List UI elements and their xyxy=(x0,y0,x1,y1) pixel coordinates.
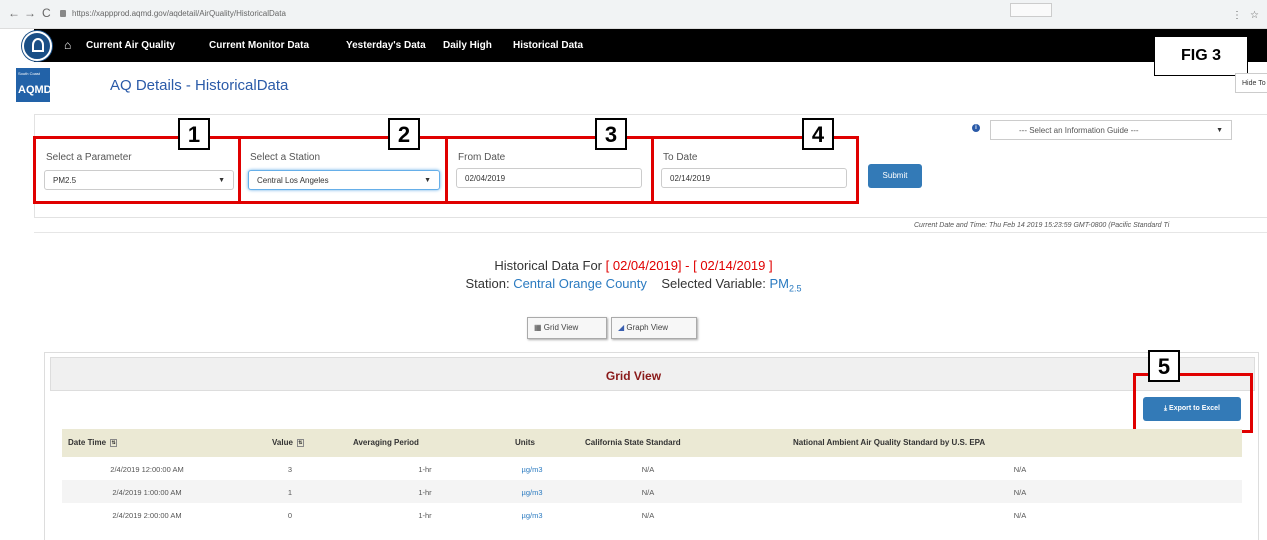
chevron-down-icon: ▼ xyxy=(1216,127,1223,134)
info-icon[interactable]: i xyxy=(972,124,980,132)
cell-national-standard: N/A xyxy=(1013,465,1027,474)
cell-date-time: 2/4/2019 2:00:00 AM xyxy=(112,511,182,520)
cell-value: 3 xyxy=(287,465,293,474)
bar-chart-icon: ◢ xyxy=(618,323,625,332)
cell-date-time: 2/4/2019 1:00:00 AM xyxy=(112,488,182,497)
cell-units: µg/m3 xyxy=(512,488,552,497)
nav-current-air-quality[interactable]: Current Air Quality xyxy=(86,40,175,51)
menu-icon[interactable]: ⋮ xyxy=(1232,10,1242,21)
nav-daily-high[interactable]: Daily High xyxy=(443,40,492,51)
home-icon[interactable]: ⌂ xyxy=(64,38,71,52)
variable-subscript: 2.5 xyxy=(789,283,802,294)
callout-number-1: 1 xyxy=(178,118,210,150)
variable-name: PM xyxy=(769,276,790,291)
column-header-date-time[interactable]: Date Time ⇅ xyxy=(68,438,118,447)
column-label: Value xyxy=(272,438,293,447)
cell-units: µg/m3 xyxy=(512,511,552,520)
nav-current-monitor-data[interactable]: Current Monitor Data xyxy=(209,40,309,51)
nav-historical-data[interactable]: Historical Data xyxy=(513,40,583,51)
units-link[interactable]: µg/m3 xyxy=(522,511,543,520)
cell-value: 0 xyxy=(287,511,293,520)
units-link[interactable]: µg/m3 xyxy=(522,488,543,497)
logo-text: AQMD xyxy=(18,84,52,96)
cell-california-standard: N/A xyxy=(641,465,655,474)
nav-yesterdays-data[interactable]: Yesterday's Data xyxy=(346,40,426,51)
cell-averaging-period: 1-hr xyxy=(418,488,432,497)
column-label: Date Time xyxy=(68,438,107,447)
current-datetime: Current Date and Time: Thu Feb 14 2019 1… xyxy=(914,222,1170,229)
callout-number-3: 3 xyxy=(595,118,627,150)
grid-title: Grid View xyxy=(605,369,662,383)
graph-view-button[interactable]: ◢ Graph View xyxy=(611,317,697,339)
historical-heading: Historical Data For [ 02/04/2019] - [ 02… xyxy=(0,258,1267,273)
figure-label: FIG 3 xyxy=(1154,36,1248,76)
station-heading: Station: Central Orange County Selected … xyxy=(0,276,1267,294)
sort-icon[interactable]: ⇅ xyxy=(110,438,118,447)
callout-number-4: 4 xyxy=(802,118,834,150)
forward-icon[interactable]: → xyxy=(24,6,36,20)
url-text: https://xappprod.aqmd.gov/aqdetail/AirQu… xyxy=(72,9,286,18)
browser-extension-box[interactable] xyxy=(1010,3,1052,17)
callout-number-5: 5 xyxy=(1148,350,1180,382)
page-title: AQ Details - HistoricalData xyxy=(110,77,289,94)
grid-view-button[interactable]: ▦ Grid View xyxy=(527,317,607,339)
cell-date-time: 2/4/2019 12:00:00 AM xyxy=(110,465,184,474)
column-header-california-standard: California State Standard xyxy=(585,438,681,447)
station-heading-value: Central Orange County xyxy=(513,276,647,291)
graph-view-label: Graph View xyxy=(626,323,669,332)
information-guide-value: --- Select an Information Guide --- xyxy=(1019,126,1139,135)
section-divider xyxy=(34,232,1267,233)
heading-prefix: Historical Data For xyxy=(494,258,603,273)
cell-averaging-period: 1-hr xyxy=(418,465,432,474)
units-link[interactable]: µg/m3 xyxy=(522,465,543,474)
cell-california-standard: N/A xyxy=(641,511,655,520)
grid-view-label: Grid View xyxy=(543,323,579,332)
sort-icon[interactable]: ⇅ xyxy=(296,438,304,447)
callout-number-2: 2 xyxy=(388,118,420,150)
cell-national-standard: N/A xyxy=(1013,488,1027,497)
variable-heading-label: Selected Variable: xyxy=(661,276,766,291)
aqmd-logo[interactable]: South Coast AQMD xyxy=(16,68,52,102)
address-bar[interactable]: https://xappprod.aqmd.gov/aqdetail/AirQu… xyxy=(60,5,940,23)
aqmd-seal-logo[interactable] xyxy=(22,31,52,61)
cell-averaging-period: 1-hr xyxy=(418,511,432,520)
cell-units: µg/m3 xyxy=(512,465,552,474)
grid-icon: ▦ xyxy=(534,323,542,332)
reload-icon[interactable]: C xyxy=(42,6,51,20)
variable-heading-value: PM2.5 xyxy=(769,276,802,294)
star-icon[interactable]: ☆ xyxy=(1250,10,1259,21)
column-header-units: Units xyxy=(515,438,535,447)
column-header-value[interactable]: Value ⇅ xyxy=(272,438,304,447)
callout-box-export xyxy=(1133,373,1253,433)
column-header-averaging-period: Averaging Period xyxy=(353,438,419,447)
cell-california-standard: N/A xyxy=(641,488,655,497)
column-header-national-standard: National Ambient Air Quality Standard by… xyxy=(793,438,986,447)
cell-national-standard: N/A xyxy=(1013,511,1027,520)
lock-icon xyxy=(60,10,66,18)
submit-button[interactable]: Submit xyxy=(868,164,922,188)
information-guide-select[interactable]: --- Select an Information Guide --- ▼ xyxy=(990,120,1232,140)
heading-date-range: [ 02/04/2019] - [ 02/14/2019 ] xyxy=(605,258,773,273)
station-heading-label: Station: xyxy=(465,276,510,291)
back-icon[interactable]: ← xyxy=(8,6,20,20)
logo-small-text: South Coast xyxy=(18,71,41,76)
cell-value: 1 xyxy=(287,488,293,497)
hide-toolbar-button[interactable]: Hide To xyxy=(1235,73,1267,93)
